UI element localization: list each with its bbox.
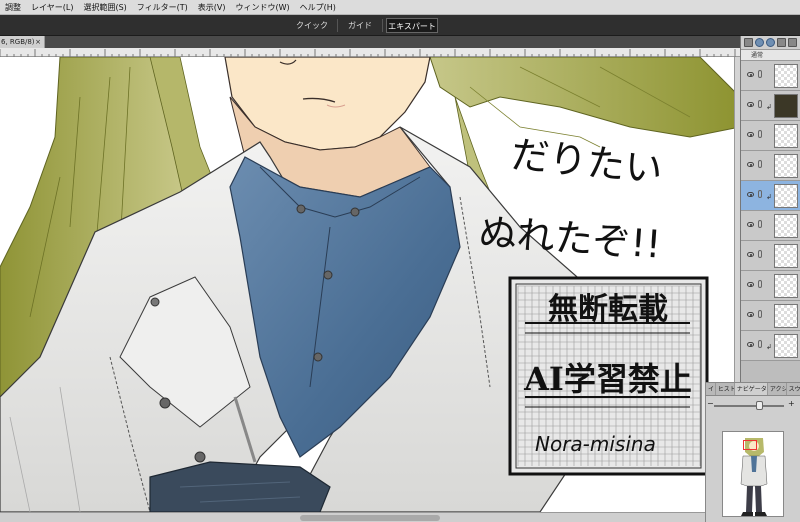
tab-info[interactable]: イ	[706, 383, 716, 395]
layer-thumbnail	[774, 274, 798, 298]
tab-history[interactable]: ヒスト	[716, 383, 735, 395]
watermark-stamp: 無断転載 AI学習禁止 Nora-misina	[508, 276, 709, 476]
image-canvas[interactable]: だりたい ぬれたぞ!! 無断転載 AI学習禁止 Nora-misina	[0, 57, 740, 512]
mask-icon[interactable]	[766, 38, 775, 47]
watermark-line2: AI学習禁止	[523, 360, 692, 398]
menu-bar: 調整 レイヤー(L) 選択範囲(S) フィルター(T) 表示(V) ウィンドウ(…	[0, 0, 800, 15]
lock-icon[interactable]	[777, 38, 786, 47]
layer-row[interactable]: ↲	[741, 91, 800, 121]
menu-filter[interactable]: フィルター(T)	[132, 0, 193, 15]
link-icon[interactable]	[758, 160, 762, 168]
eye-icon[interactable]	[747, 342, 754, 347]
mode-bar: クイック ガイド エキスパート	[0, 15, 800, 36]
layer-row[interactable]: ↲	[741, 331, 800, 361]
zoom-slider-handle[interactable]	[756, 401, 764, 410]
layer-thumbnail	[774, 304, 798, 328]
document-tab[interactable]: 6, RGB/8) ×	[0, 36, 45, 48]
clipping-mask-icon: ↲	[766, 103, 772, 111]
layer-row[interactable]	[741, 151, 800, 181]
tab-swatches[interactable]: スウ	[787, 383, 800, 395]
menu-select[interactable]: 選択範囲(S)	[78, 0, 131, 15]
close-icon[interactable]: ×	[35, 36, 41, 48]
mode-separator	[382, 19, 383, 32]
link-icon[interactable]	[758, 190, 762, 198]
link-icon[interactable]	[758, 250, 762, 258]
eye-icon[interactable]	[747, 252, 754, 257]
trash-icon[interactable]	[788, 38, 797, 47]
menu-view[interactable]: 表示(V)	[193, 0, 231, 15]
blend-mode-select[interactable]: 通常	[741, 50, 800, 61]
zoom-slider-row: − +	[706, 399, 800, 411]
menu-adjust[interactable]: 調整	[0, 0, 26, 15]
zoom-slider-track[interactable]	[714, 405, 784, 407]
mode-quick-button[interactable]: クイック	[292, 18, 332, 33]
layers-toolbar	[741, 36, 800, 50]
link-icon[interactable]	[758, 70, 762, 78]
eye-icon[interactable]	[747, 102, 754, 107]
link-icon[interactable]	[758, 130, 762, 138]
new-layer-icon[interactable]	[744, 38, 753, 47]
layers-panel: 通常 ↲ ↲ ↲	[740, 36, 800, 382]
eye-icon[interactable]	[747, 162, 754, 167]
tab-navigator[interactable]: ナビゲーター	[734, 383, 768, 395]
layer-row-selected[interactable]: ↲	[741, 181, 800, 211]
document-tab-label: 6, RGB/8)	[1, 38, 35, 46]
tab-actions[interactable]: アクシ	[768, 383, 787, 395]
menu-layer[interactable]: レイヤー(L)	[26, 0, 78, 15]
layer-row[interactable]	[741, 121, 800, 151]
canvas-horizontal-scrollbar[interactable]	[0, 512, 740, 522]
horizontal-scroll-thumb[interactable]	[300, 515, 440, 521]
zoom-out-button[interactable]: −	[707, 399, 714, 408]
link-icon[interactable]	[758, 220, 762, 228]
layer-row[interactable]	[741, 241, 800, 271]
handwriting-line1: だりたい	[509, 132, 665, 192]
zoom-in-button[interactable]: +	[788, 399, 795, 408]
clipping-mask-icon: ↲	[766, 193, 772, 201]
watermark-line1: 無断転載	[548, 292, 668, 327]
navigator-tabs: イ ヒスト ナビゲーター アクシ スウ	[706, 383, 800, 396]
mode-separator	[337, 19, 338, 32]
signature: Nora-misina	[535, 432, 656, 456]
layer-thumbnail	[774, 94, 798, 118]
eye-icon[interactable]	[747, 132, 754, 137]
tab-bar-background	[45, 36, 740, 48]
link-icon[interactable]	[758, 280, 762, 288]
navigator-thumbnail[interactable]	[722, 431, 784, 517]
link-icon[interactable]	[758, 100, 762, 108]
link-icon[interactable]	[758, 310, 762, 318]
navigator-panel: イ ヒスト ナビゲーター アクシ スウ − +	[705, 382, 800, 522]
horizontal-ruler[interactable]	[0, 48, 740, 57]
eye-icon[interactable]	[747, 222, 754, 227]
layer-row[interactable]	[741, 301, 800, 331]
layer-thumbnail	[774, 124, 798, 148]
layer-row[interactable]	[741, 271, 800, 301]
photo-editor-window: 調整 レイヤー(L) 選択範囲(S) フィルター(T) 表示(V) ウィンドウ(…	[0, 0, 800, 522]
eye-icon[interactable]	[747, 192, 754, 197]
eye-icon[interactable]	[747, 312, 754, 317]
layer-thumbnail	[774, 334, 798, 358]
layer-thumbnail	[774, 244, 798, 268]
layer-row[interactable]	[741, 211, 800, 241]
clipping-mask-icon: ↲	[766, 343, 772, 351]
layer-thumbnail	[774, 64, 798, 88]
menu-window[interactable]: ウィンドウ(W)	[230, 0, 294, 15]
mode-guide-button[interactable]: ガイド	[343, 18, 377, 33]
navigator-view-box[interactable]	[743, 440, 757, 450]
adjustment-layer-icon[interactable]	[755, 38, 764, 47]
link-icon[interactable]	[758, 340, 762, 348]
layer-thumbnail	[774, 184, 798, 208]
menu-help[interactable]: ヘルプ(H)	[295, 0, 341, 15]
eye-icon[interactable]	[747, 72, 754, 77]
mode-expert-button[interactable]: エキスパート	[386, 18, 438, 33]
eye-icon[interactable]	[747, 282, 754, 287]
layer-row[interactable]	[741, 61, 800, 91]
layer-thumbnail	[774, 214, 798, 238]
layer-thumbnail	[774, 154, 798, 178]
